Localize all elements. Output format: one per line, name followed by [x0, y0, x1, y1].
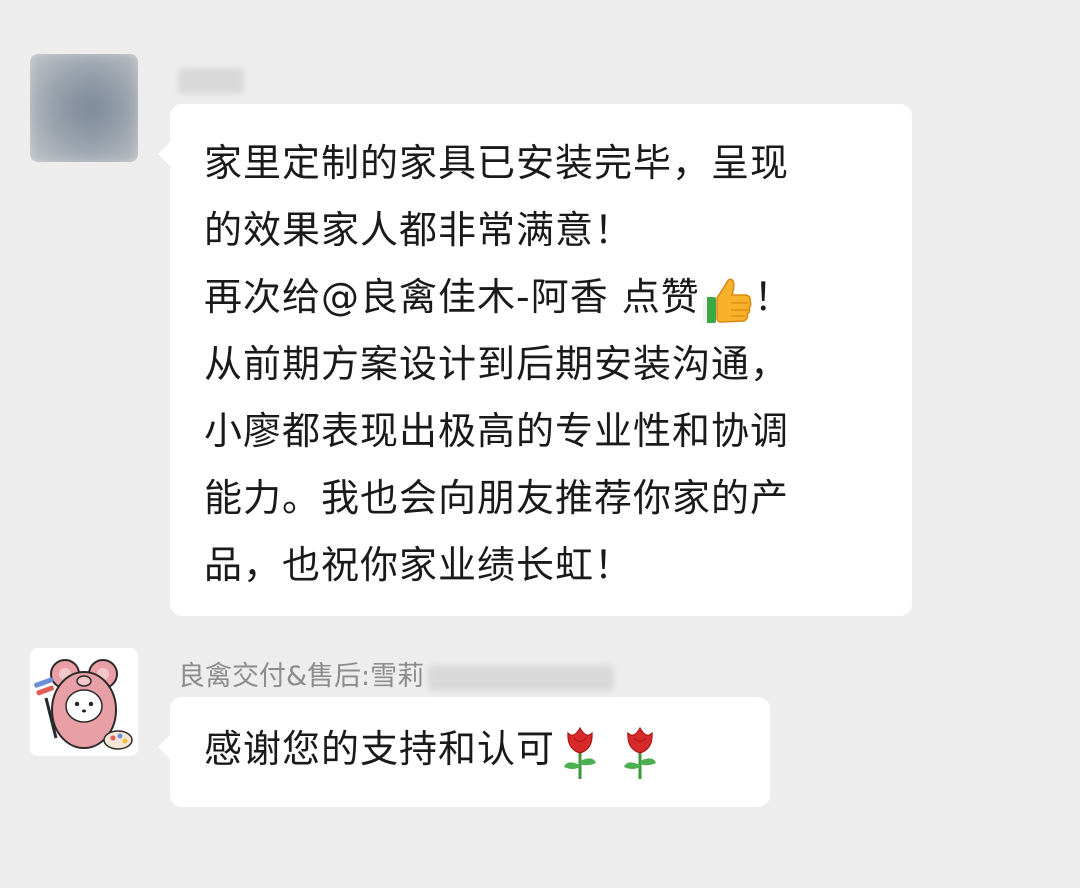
message-line-1: 感谢您的支持和认可 [204, 716, 770, 783]
sender-name [178, 64, 244, 95]
message-line-7: 品，也祝你家业绩长虹！ [204, 543, 634, 587]
rose-icon [624, 726, 657, 779]
thanks-text: 感谢您的支持和认可 [204, 727, 556, 771]
message-line-5: 小廖都表现出极高的专业性和协调 [204, 409, 790, 453]
sender-avatar[interactable] [30, 648, 138, 756]
message-line-6: 能力。我也会向朋友推荐你家的产 [204, 476, 790, 520]
message-line-4: 从前期方案设计到后期安装沟通， [204, 342, 790, 386]
exclamation-text: ！ [753, 275, 793, 319]
redacted-name [178, 67, 244, 94]
sender-name-text: 良禽交付&售后:雪莉 [178, 661, 425, 692]
sender-avatar[interactable] [30, 54, 138, 162]
message-bubble[interactable]: 感谢您的支持和认可 [158, 697, 770, 807]
message-text: 感谢您的支持和认可 [204, 716, 770, 783]
message-text: 家里定制的家具已安装完毕，呈现 的效果家人都非常满意！ 再次给@良禽佳木-阿香 … [204, 130, 912, 599]
rose-icon [564, 726, 597, 779]
blurred-avatar-image [30, 54, 138, 162]
sender-name: 良禽交付&售后:雪莉 [178, 654, 615, 693]
message-line-3: 再次给@良禽佳木-阿香 点赞 ！ [204, 264, 912, 331]
chat-message-1: 家里定制的家具已安装完毕，呈现 的效果家人都非常满意！ 再次给@良禽佳木-阿香 … [0, 0, 1080, 640]
message-line-2: 的效果家人都非常满意！ [204, 208, 634, 252]
mention-text: 再次给@良禽佳木-阿香 点赞 [204, 275, 700, 319]
message-bubble[interactable]: 家里定制的家具已安装完毕，呈现 的效果家人都非常满意！ 再次给@良禽佳木-阿香 … [158, 104, 912, 616]
message-line-1: 家里定制的家具已安装完毕，呈现 [204, 141, 790, 185]
chat-message-2: 良禽交付&售后:雪莉 感谢您的支持和认可 [0, 640, 1080, 888]
thumbs-up-icon [702, 278, 752, 323]
pink-bear-painter-icon [30, 648, 138, 756]
redacted-name [428, 664, 615, 691]
